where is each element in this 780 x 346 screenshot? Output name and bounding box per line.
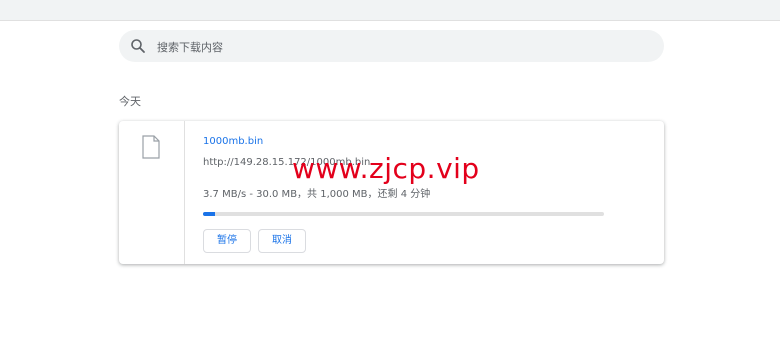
download-status: 3.7 MB/s - 30.0 MB，共 1,000 MB，还剩 4 分钟 xyxy=(203,189,431,200)
pause-button[interactable]: 暂停 xyxy=(203,229,251,253)
file-icon-column xyxy=(119,121,185,264)
date-header: 今天 xyxy=(119,95,141,108)
top-bar xyxy=(0,0,780,21)
search-box[interactable] xyxy=(119,30,664,62)
search-input[interactable] xyxy=(155,36,649,58)
watermark-text: www.zjcp.vip xyxy=(292,152,480,185)
file-icon xyxy=(141,135,161,159)
download-progress-bar xyxy=(203,212,604,216)
cancel-button[interactable]: 取消 xyxy=(258,229,306,253)
download-progress-fill xyxy=(203,212,216,216)
file-name-link[interactable]: 1000mb.bin xyxy=(203,136,263,147)
search-icon xyxy=(130,38,146,54)
download-item: 1000mb.bin http://149.28.15.172/1000mb.b… xyxy=(119,121,664,264)
